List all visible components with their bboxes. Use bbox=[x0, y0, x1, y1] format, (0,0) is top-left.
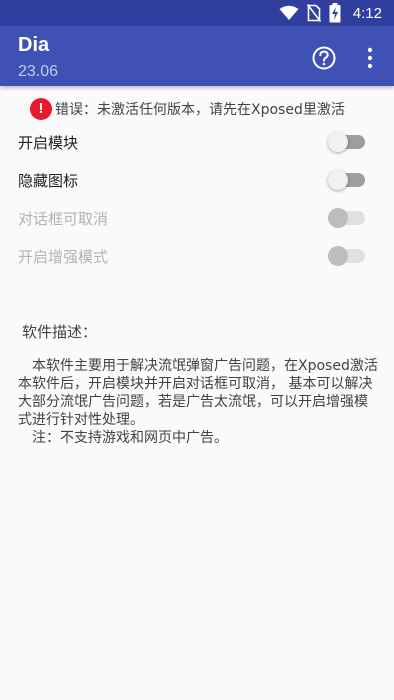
description-note: 注：不支持游戏和网页中广告。 bbox=[32, 430, 228, 446]
error-text: 错误：未激活任何版本，请先在Xposed里激活 bbox=[55, 102, 345, 118]
error-icon: ! bbox=[30, 98, 52, 120]
app-bar: Dia 23.06 bbox=[0, 26, 394, 86]
switch-hide-icon[interactable] bbox=[328, 170, 366, 190]
app-title: Dia bbox=[18, 34, 50, 56]
toggle-row-enable-module[interactable]: 开启模块 bbox=[0, 123, 394, 161]
toggle-row-dialog-cancelable: 对话框可取消 bbox=[0, 199, 394, 237]
setting-label-enhanced-mode: 开启增强模式 bbox=[18, 248, 109, 266]
no-sim-icon bbox=[306, 4, 321, 22]
description-text: 本软件主要用于解决流氓弹窗广告问题，在Xposed激活本软件后，开启模块并开启对… bbox=[18, 358, 378, 428]
switch-enable-module[interactable] bbox=[328, 132, 366, 152]
setting-label-enable-module: 开启模块 bbox=[18, 134, 79, 152]
more-vert-icon bbox=[367, 47, 373, 69]
description-title: 软件描述： bbox=[22, 323, 98, 341]
battery-charging-icon bbox=[329, 3, 341, 23]
app-subtitle: 23.06 bbox=[18, 63, 59, 80]
description-body: 本软件主要用于解决流氓弹窗广告问题，在Xposed激活本软件后，开启模块并开启对… bbox=[18, 357, 380, 447]
status-icons: 4:12 bbox=[279, 3, 382, 23]
toggle-row-enhanced-mode: 开启增强模式 bbox=[0, 237, 394, 275]
help-icon bbox=[312, 46, 336, 70]
more-options-button[interactable] bbox=[358, 43, 382, 73]
toggle-row-hide-icon[interactable]: 隐藏图标 bbox=[0, 161, 394, 199]
switch-dialog-cancelable bbox=[328, 208, 366, 228]
switch-enhanced-mode bbox=[328, 246, 366, 266]
setting-label-dialog-cancelable: 对话框可取消 bbox=[18, 210, 109, 228]
help-button[interactable] bbox=[310, 44, 338, 72]
status-time: 4:12 bbox=[352, 4, 382, 22]
setting-label-hide-icon: 隐藏图标 bbox=[18, 172, 79, 190]
error-message: ! 错误：未激活任何版本，请先在Xposed里激活 bbox=[30, 98, 345, 120]
wifi-icon bbox=[279, 5, 299, 20]
status-bar: 4:12 bbox=[0, 0, 394, 26]
